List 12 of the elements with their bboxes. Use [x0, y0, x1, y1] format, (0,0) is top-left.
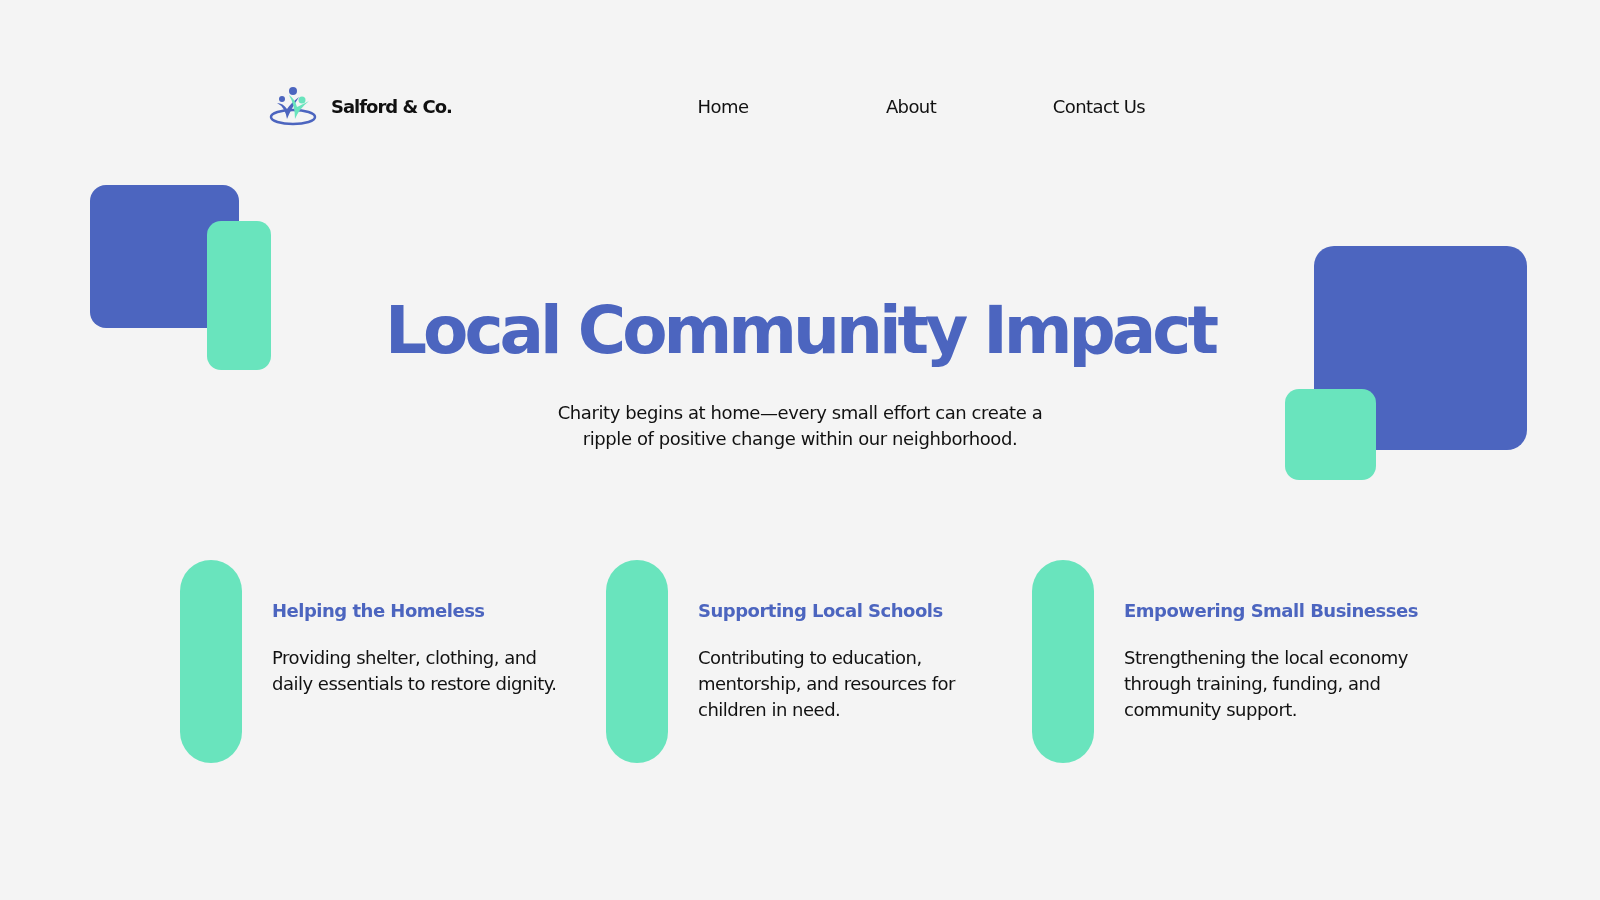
- feature-title: Supporting Local Schools: [698, 600, 944, 621]
- hero-subtitle: Charity begins at home—every small effort can create a ripple of positive change within our neighborhood.: [556, 401, 1044, 451]
- brand-name: Salford & Co.: [331, 95, 452, 117]
- people-logo-icon: [269, 85, 317, 127]
- feature-description: Providing shelter, clothing, and daily essentials to restore dignity.: [272, 646, 558, 696]
- feature-description: Strengthening the local economy through training, funding, and community support.: [1124, 646, 1409, 722]
- feature-description: Contributing to education, mentorship, and resources for children in need.: [698, 646, 957, 722]
- nav-link[interactable]: Home: [629, 95, 817, 117]
- feature-title: Empowering Small Businesses: [1124, 600, 1419, 621]
- nav-link[interactable]: Contact Us: [1005, 95, 1193, 117]
- feature-title: Helping the Homeless: [272, 600, 486, 621]
- nav-link[interactable]: About: [817, 95, 1005, 117]
